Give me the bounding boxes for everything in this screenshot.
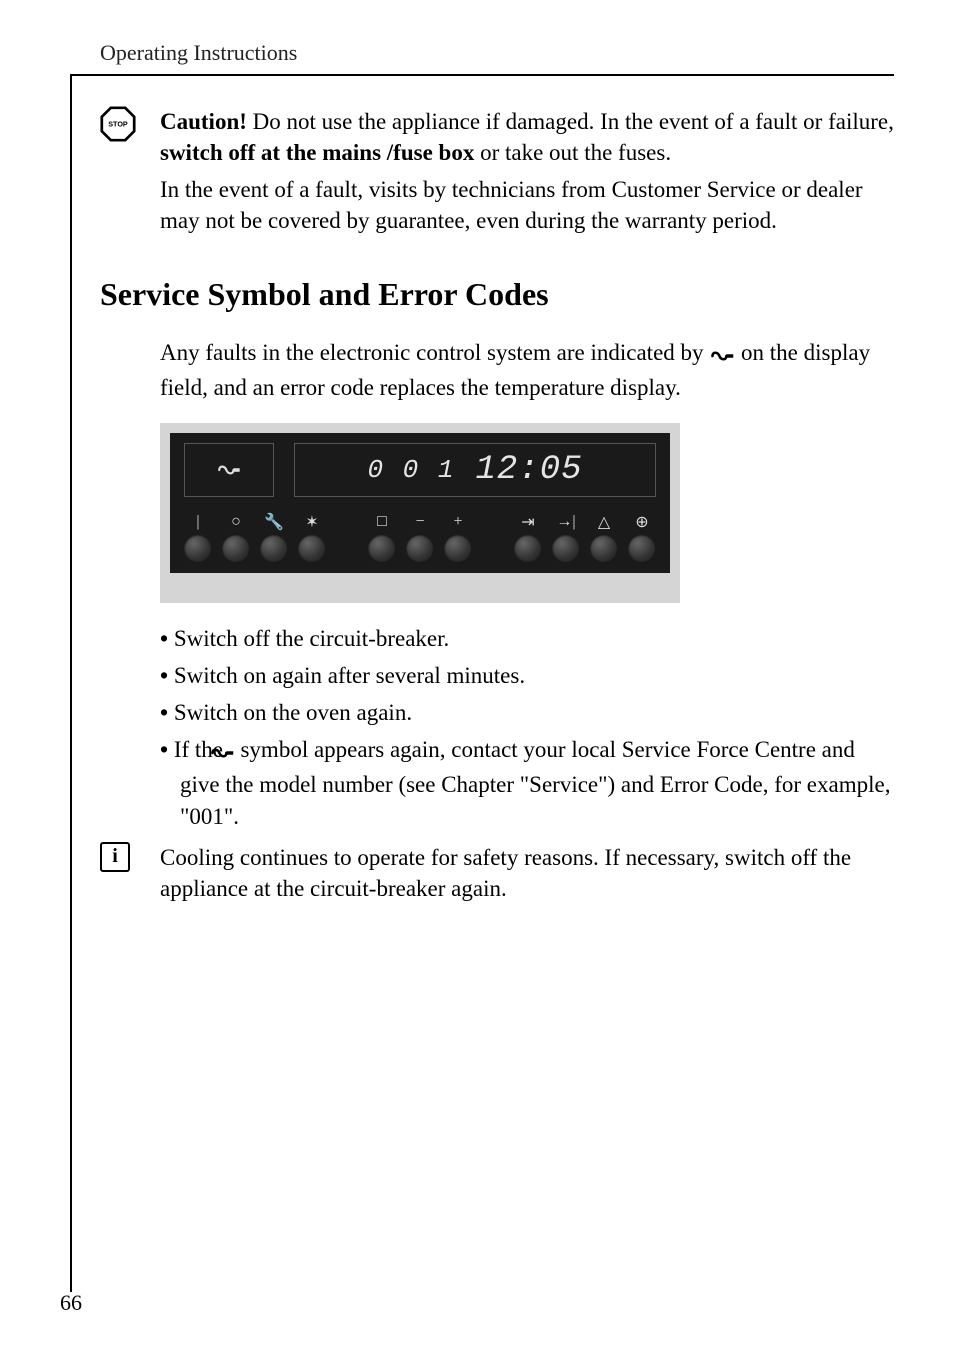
- btn-light: [222, 535, 250, 563]
- btn-minus: [406, 535, 434, 563]
- info-note: Cooling continues to operate for safety …: [160, 842, 894, 904]
- button-group-right: ⇥ →| △ ⊕: [514, 513, 656, 563]
- panel-inner: 0 0 1 12:05 | ○ 🔧 ✶ □ − +: [170, 433, 670, 573]
- sym-end: →|: [556, 513, 575, 531]
- caution-p2: In the event of a fault, visits by techn…: [160, 174, 894, 236]
- sym-plus: +: [453, 513, 462, 531]
- left-rule: [70, 74, 72, 1292]
- sym-clock: ⊕: [635, 513, 648, 531]
- lcd-error-code: 0 0 1: [367, 455, 455, 485]
- step-4: If the symbol appears again, contact you…: [160, 734, 894, 831]
- content-area: STOP Caution! Do not use the appliance i…: [100, 106, 894, 904]
- btn-clock: [628, 535, 656, 563]
- service-symbol-icon: [709, 341, 735, 372]
- btn-wrench: [260, 535, 288, 563]
- stop-label: STOP: [108, 120, 128, 129]
- caution-p1a: Do not use the appliance if damaged. In …: [247, 109, 894, 134]
- step-3: Switch on the oven again.: [160, 697, 894, 728]
- sym-wrench: 🔧: [264, 513, 284, 531]
- btn-end: [552, 535, 580, 563]
- button-group-left: | ○ 🔧 ✶: [184, 513, 326, 563]
- step-2: Switch on again after several minutes.: [160, 660, 894, 691]
- section-heading: Service Symbol and Error Codes: [100, 276, 894, 313]
- lcd-service-symbol: [184, 443, 274, 497]
- page-number: 66: [60, 1290, 82, 1316]
- steps-list: Switch off the circuit-breaker. Switch o…: [100, 623, 894, 831]
- button-group-mid: □ − +: [368, 513, 472, 563]
- sym-stop: □: [377, 513, 387, 531]
- sym-minus: −: [415, 513, 424, 531]
- top-rule: [70, 74, 894, 76]
- info-block: i Cooling continues to operate for safet…: [100, 842, 894, 904]
- lcd-main: 0 0 1 12:05: [294, 443, 656, 497]
- info-icon: i: [100, 842, 130, 872]
- sym-light: ○: [231, 513, 241, 531]
- btn-plus: [444, 535, 472, 563]
- caution-block: STOP Caution! Do not use the appliance i…: [100, 106, 894, 236]
- running-header: Operating Instructions: [60, 40, 894, 66]
- caution-p1b: switch off at the mains /fuse box: [160, 140, 474, 165]
- lcd-row: 0 0 1 12:05: [184, 443, 656, 497]
- info-glyph: i: [112, 845, 118, 868]
- btn-stop: [368, 535, 396, 563]
- btn-duration: [514, 535, 542, 563]
- step-1: Switch off the circuit-breaker.: [160, 623, 894, 654]
- button-row: | ○ 🔧 ✶ □ − + ⇥ →| △ ⊕: [184, 513, 656, 563]
- lcd-clock: 12:05: [475, 451, 582, 489]
- btn-power: [184, 535, 212, 563]
- intro-a: Any faults in the electronic control sys…: [160, 340, 709, 365]
- step-4b: symbol appears again, contact your local…: [180, 737, 890, 828]
- sym-power: |: [196, 513, 199, 531]
- stop-icon: STOP: [100, 106, 136, 142]
- sym-spark: ✶: [305, 513, 318, 531]
- control-panel-illustration: 0 0 1 12:05 | ○ 🔧 ✶ □ − +: [160, 423, 680, 603]
- service-intro: Any faults in the electronic control sys…: [100, 337, 894, 403]
- header-text: Operating Instructions: [100, 40, 297, 66]
- sym-duration: ⇥: [521, 513, 534, 531]
- btn-spark: [298, 535, 326, 563]
- caution-p1: Caution! Do not use the appliance if dam…: [160, 106, 894, 168]
- caution-lead: Caution!: [160, 109, 247, 134]
- caution-p1c: or take out the fuses.: [474, 140, 671, 165]
- btn-timer: [590, 535, 618, 563]
- page-container: Operating Instructions STOP Caution! Do …: [0, 0, 954, 1352]
- sym-timer: △: [598, 513, 610, 531]
